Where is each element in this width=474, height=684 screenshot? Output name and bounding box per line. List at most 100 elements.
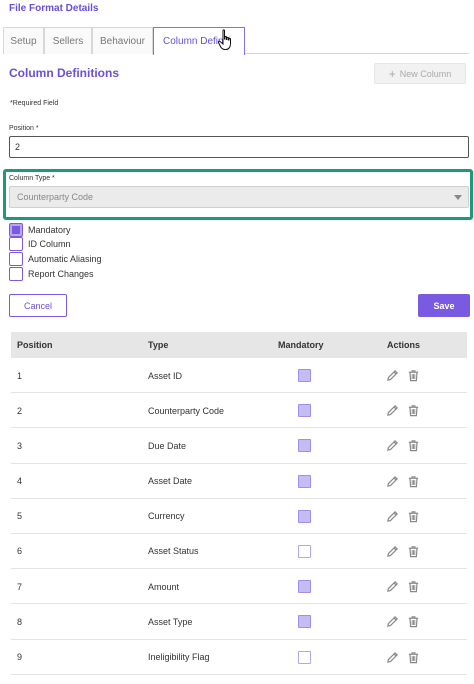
- cell-actions: [386, 640, 420, 675]
- table-row: 5 Currency: [11, 499, 467, 534]
- cell-type: Asset ID: [148, 370, 183, 381]
- trash-icon[interactable]: [407, 510, 420, 523]
- pencil-icon[interactable]: [386, 651, 399, 664]
- trash-icon[interactable]: [407, 475, 420, 488]
- cell-position: 8: [17, 616, 23, 627]
- position-label: Position *: [9, 125, 39, 132]
- cell-position: 5: [17, 511, 23, 522]
- cell-type: Asset Type: [148, 616, 193, 627]
- tab-setup[interactable]: Setup: [3, 27, 44, 54]
- checkbox-label: Report Changes: [28, 269, 94, 279]
- new-column-button[interactable]: + New Column: [374, 63, 466, 84]
- mandatory-checkbox[interactable]: [298, 439, 311, 453]
- cell-type: Asset Date: [148, 476, 193, 487]
- mandatory-checkbox[interactable]: [298, 544, 311, 558]
- cell-position: 7: [17, 581, 23, 592]
- cell-mandatory: [298, 499, 311, 534]
- header-position: Position: [17, 340, 53, 350]
- cell-actions: [386, 464, 420, 499]
- header-type: Type: [148, 340, 169, 350]
- column-definitions-table: Position Type Mandatory Actions 1 Asset I…: [11, 332, 467, 675]
- cell-actions: [386, 428, 420, 463]
- header-actions: Actions: [387, 340, 421, 350]
- mandatory-checkbox[interactable]: [298, 404, 311, 418]
- cell-position: 4: [17, 476, 23, 487]
- pencil-icon[interactable]: [386, 615, 399, 628]
- cell-mandatory: [298, 569, 311, 604]
- cell-actions: [386, 358, 420, 393]
- checkbox-automatic-aliasing[interactable]: Automatic Aliasing: [9, 252, 102, 266]
- cell-actions: [386, 534, 420, 569]
- column-type-select[interactable]: Counterparty Code: [9, 186, 469, 208]
- table-row: 9 Ineligibility Flag: [11, 640, 467, 675]
- cell-mandatory: [298, 534, 311, 569]
- cell-type: Asset Status: [148, 546, 199, 557]
- cell-mandatory: [298, 428, 311, 463]
- column-type-label: Column Type *: [9, 175, 55, 182]
- tab-bar: Setup Sellers Behaviour Column Definiti: [3, 27, 469, 55]
- page-header: File Format Details: [9, 3, 99, 14]
- cell-type: Currency: [148, 511, 185, 522]
- checkbox-report-changes[interactable]: Report Changes: [9, 267, 94, 281]
- pencil-icon[interactable]: [386, 545, 399, 558]
- checkbox-label: Automatic Aliasing: [28, 254, 102, 264]
- cell-type: Ineligibility Flag: [148, 652, 210, 662]
- cell-actions: [386, 393, 420, 428]
- cell-type: Due Date: [148, 440, 187, 451]
- cell-position: 1: [17, 370, 23, 381]
- cell-type: Amount: [148, 581, 180, 592]
- checkbox-box[interactable]: [9, 252, 23, 266]
- required-note: *Required Field: [10, 100, 59, 107]
- save-button[interactable]: Save: [418, 294, 470, 317]
- checkbox-box[interactable]: [9, 237, 23, 251]
- pencil-icon[interactable]: [386, 404, 399, 417]
- checkbox-label: Mandatory: [28, 225, 71, 235]
- mandatory-checkbox[interactable]: [298, 509, 311, 523]
- plus-icon: +: [388, 66, 396, 81]
- table-row: 4 Asset Date: [11, 464, 467, 499]
- cell-mandatory: [298, 393, 311, 428]
- trash-icon[interactable]: [407, 580, 420, 593]
- position-input[interactable]: [9, 136, 469, 158]
- cancel-button[interactable]: Cancel: [9, 294, 67, 317]
- checkbox-box[interactable]: [9, 267, 23, 281]
- trash-icon[interactable]: [407, 439, 420, 452]
- cell-position: 9: [17, 652, 23, 662]
- pencil-icon[interactable]: [386, 580, 399, 593]
- cell-mandatory: [298, 604, 311, 639]
- table-row: 1 Asset ID: [11, 358, 467, 394]
- cell-mandatory: [298, 640, 311, 675]
- trash-icon[interactable]: [407, 545, 420, 558]
- pencil-icon[interactable]: [386, 439, 399, 452]
- header-mandatory: Mandatory: [278, 340, 324, 350]
- mandatory-checkbox[interactable]: [298, 474, 311, 488]
- new-column-label: New Column: [399, 68, 452, 79]
- pencil-icon[interactable]: [386, 475, 399, 488]
- table-header: Position Type Mandatory Actions: [11, 332, 467, 358]
- mandatory-checkbox[interactable]: [298, 369, 311, 382]
- tab-sellers[interactable]: Sellers: [44, 27, 92, 54]
- pencil-icon[interactable]: [386, 369, 399, 382]
- hand-pointer-icon: [217, 29, 231, 50]
- pencil-icon[interactable]: [386, 510, 399, 523]
- cell-position: 2: [17, 405, 23, 416]
- column-type-value: Counterparty Code: [17, 192, 94, 202]
- cell-mandatory: [298, 464, 311, 499]
- table-row: 7 Amount: [11, 569, 467, 605]
- tab-behaviour[interactable]: Behaviour: [92, 27, 153, 54]
- checkbox-mandatory[interactable]: Mandatory: [9, 223, 71, 237]
- table-row: 3 Due Date: [11, 428, 467, 464]
- checkbox-label: ID Column: [28, 239, 71, 249]
- chevron-down-icon: [454, 195, 462, 200]
- mandatory-checkbox[interactable]: [298, 580, 311, 594]
- checkbox-box[interactable]: [9, 223, 23, 237]
- checkbox-id-column[interactable]: ID Column: [9, 237, 71, 251]
- trash-icon[interactable]: [407, 615, 420, 628]
- mandatory-checkbox[interactable]: [298, 615, 311, 629]
- cell-position: 3: [17, 440, 23, 451]
- trash-icon[interactable]: [407, 369, 420, 382]
- trash-icon[interactable]: [407, 651, 420, 664]
- mandatory-checkbox[interactable]: [298, 650, 311, 664]
- table-row: 8 Asset Type: [11, 604, 467, 640]
- trash-icon[interactable]: [407, 404, 420, 417]
